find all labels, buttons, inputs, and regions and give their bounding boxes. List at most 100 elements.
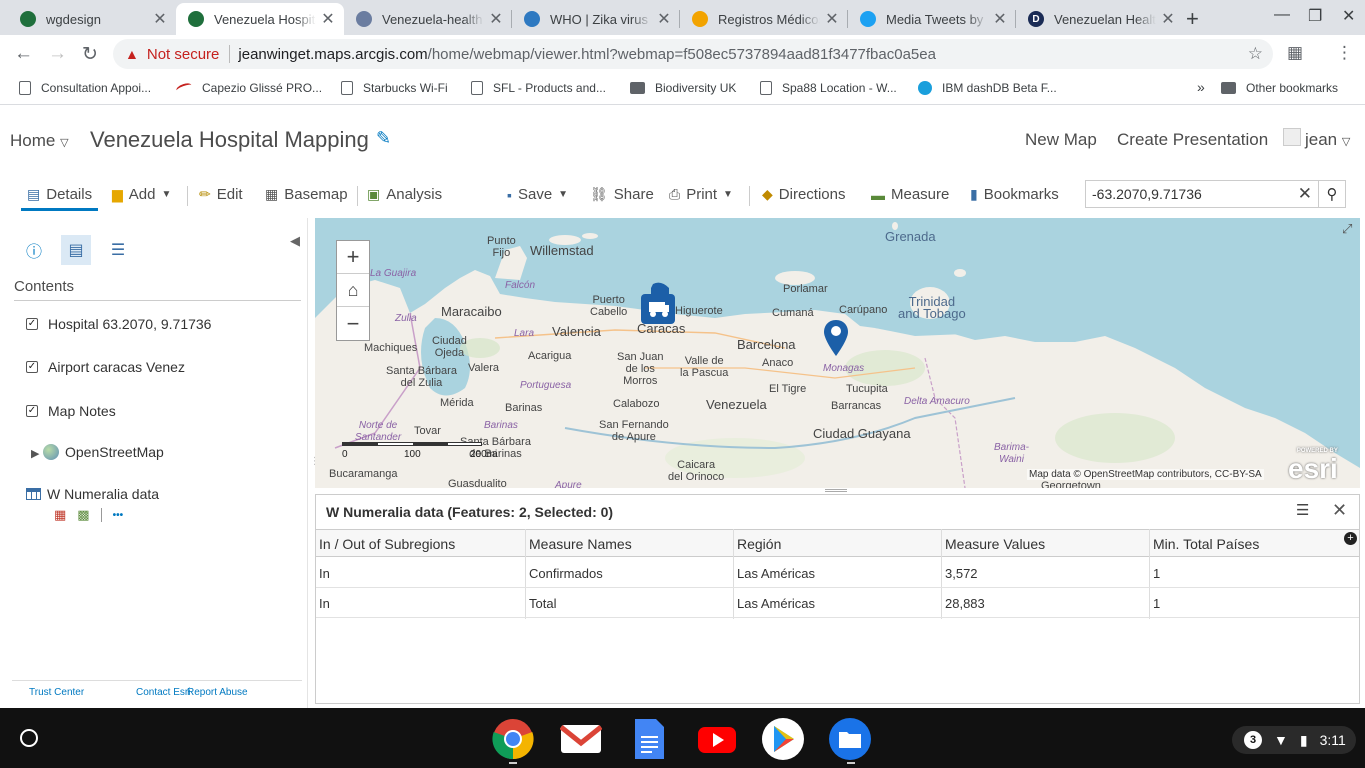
layer-openstreetmap[interactable]: OpenStreetMap [43, 444, 164, 460]
back-arrow-icon[interactable]: ← [14, 43, 33, 65]
not-secure-label[interactable]: Not secure [147, 46, 220, 63]
table-options-icon[interactable]: ▩ [77, 507, 89, 523]
column-header[interactable]: Measure Values [942, 536, 1045, 552]
avatar[interactable] [1283, 128, 1301, 146]
minimize-icon[interactable]: — [1274, 6, 1290, 24]
home-extent-icon[interactable]: ⌂ [337, 274, 369, 307]
search-icon[interactable]: ⚲ [1318, 180, 1346, 208]
edit-title-pencil-icon[interactable]: ✎ [376, 128, 391, 149]
layer-numeralia-table[interactable]: W Numeralia data [26, 486, 159, 502]
close-window-icon[interactable]: ✕ [1342, 6, 1355, 26]
close-tab-icon[interactable]: ✕ [988, 9, 1012, 29]
contact-esri-link[interactable]: Contact Esri [136, 687, 190, 698]
close-tab-icon[interactable]: ✕ [652, 9, 676, 29]
tab-registros-medicos[interactable]: Registros Médicos ✕ [680, 3, 848, 35]
checkbox-checked-icon[interactable]: ✓ [26, 361, 38, 373]
more-options-icon[interactable]: ••• [113, 510, 124, 521]
close-table-icon[interactable]: ✕ [1332, 500, 1347, 521]
share-button[interactable]: ⛓ Share [590, 186, 654, 203]
zoom-out-icon[interactable]: − [337, 307, 369, 340]
bookmark-biodiversity[interactable]: Biodiversity UK [630, 81, 736, 95]
measure-button[interactable]: ▬ Measure [871, 186, 949, 203]
column-header[interactable]: In / Out of Subregions [316, 536, 455, 552]
tab-wgdesign[interactable]: wgdesign ✕ [8, 3, 176, 35]
gmail-app-icon[interactable] [560, 718, 602, 760]
legend-list-icon[interactable]: ☰ [103, 235, 133, 265]
print-button[interactable]: ⎙ Print ▼ [669, 186, 733, 203]
remove-table-icon[interactable]: ▦ [54, 507, 66, 523]
home-menu[interactable]: Home ▽ [10, 131, 69, 151]
clear-search-icon[interactable]: ✕ [1298, 184, 1312, 204]
close-tab-icon[interactable]: ✕ [1156, 9, 1180, 29]
collapse-pane-icon[interactable]: ◀ [290, 233, 300, 249]
bookmark-star-icon[interactable]: ☆ [1248, 44, 1263, 64]
youtube-app-icon[interactable] [696, 718, 738, 760]
trust-center-link[interactable]: Trust Center [29, 687, 84, 698]
airport-marker-icon[interactable] [639, 282, 679, 330]
edit-button[interactable]: ✏ Edit [199, 186, 243, 203]
zoom-in-icon[interactable]: + [337, 241, 369, 274]
layer-hospital[interactable]: ✓ Hospital 63.2070, 9.71736 [26, 316, 211, 332]
basemap-button[interactable]: ▦ Basemap [265, 186, 348, 203]
restore-icon[interactable]: ❐ [1308, 6, 1322, 26]
bookmarks-button[interactable]: ▮ Bookmarks [970, 186, 1059, 203]
bookmark-starbucks[interactable]: Starbucks Wi-Fi [341, 81, 448, 95]
play-store-app-icon[interactable] [762, 718, 804, 760]
tab-media-tweets[interactable]: Media Tweets by ✕ [848, 3, 1016, 35]
close-tab-icon[interactable]: ✕ [148, 9, 172, 29]
new-map-link[interactable]: New Map [1025, 130, 1097, 150]
bookmark-ibm[interactable]: IBM dashDB Beta F... [918, 81, 1057, 95]
omnibox[interactable]: ▲ Not secure jeanwinget.maps.arcgis.com /… [113, 39, 1273, 69]
chrome-app-icon[interactable] [492, 718, 534, 760]
map-view[interactable]: Grenada Punto Fijo Willemstad La Guajira… [315, 218, 1360, 488]
table-options-menu-icon[interactable]: ☰ [1296, 501, 1309, 519]
column-header[interactable]: Min. Total Países [1150, 536, 1259, 552]
tab-venezuelan-health[interactable]: D Venezuelan Health ✕ [1016, 3, 1184, 35]
table-resize-handle[interactable] [825, 489, 847, 492]
tab-who-zika[interactable]: WHO | Zika virus ✕ [512, 3, 680, 35]
forward-arrow-icon[interactable]: → [48, 43, 67, 65]
hospital-location-pin-icon[interactable] [823, 319, 849, 357]
kebab-menu-icon[interactable]: ⋮ [1336, 43, 1353, 63]
add-button[interactable]: ▆ Add ▼ [112, 186, 171, 203]
directions-button[interactable]: ◆ Directions [762, 186, 845, 203]
new-tab-icon[interactable]: + [1186, 6, 1199, 32]
search-input[interactable]: -63.2070,9.71736 ✕ [1085, 180, 1319, 208]
details-button[interactable]: ▤ Details [20, 186, 99, 211]
close-tab-icon[interactable]: ✕ [484, 9, 508, 29]
files-app-icon[interactable] [829, 718, 871, 760]
layer-map-notes[interactable]: ✓ Map Notes [26, 403, 116, 419]
layer-airport[interactable]: ✓ Airport caracas Venez [26, 359, 185, 375]
create-presentation-link[interactable]: Create Presentation [1117, 130, 1268, 150]
about-info-icon[interactable]: ⓘ [19, 235, 49, 265]
bookmark-sfl[interactable]: SFL - Products and... [471, 81, 606, 95]
checkbox-checked-icon[interactable]: ✓ [26, 405, 38, 417]
launcher-circle-icon[interactable] [20, 729, 38, 747]
map-label: Ciudad Ojeda [432, 335, 467, 359]
expand-triangle-icon[interactable]: ▶ [31, 447, 39, 460]
tab-venezuela-health[interactable]: Venezuela-health ✕ [344, 3, 512, 35]
user-menu[interactable]: jean ▽ [1305, 130, 1350, 150]
reload-icon[interactable]: ↻ [82, 43, 98, 66]
report-abuse-link[interactable]: Report Abuse [187, 687, 248, 698]
column-header[interactable]: Measure Names [526, 536, 632, 552]
map-label: Bucaramanga [329, 468, 398, 480]
qr-code-icon[interactable]: ▦ [1287, 43, 1303, 63]
analysis-button[interactable]: ▣ Analysis [367, 186, 442, 203]
tab-venezuela-hospital-mapping[interactable]: Venezuela Hospital Mapping ✕ [176, 3, 344, 35]
bookmarks-overflow[interactable]: » [1197, 79, 1205, 95]
column-header[interactable]: Región [734, 536, 781, 552]
save-button[interactable]: ▪ Save ▼ [507, 186, 568, 203]
bookmark-consultation[interactable]: Consultation Appoi... [19, 81, 151, 95]
other-bookmarks[interactable]: Other bookmarks [1221, 81, 1338, 95]
bookmark-spa88[interactable]: Spa88 Location - W... [760, 81, 897, 95]
contents-icon[interactable]: ▤ [61, 235, 91, 265]
bookmark-capezio[interactable]: Capezio Glissé PRO... [175, 81, 322, 95]
expand-map-icon[interactable]: ⤢ [1342, 221, 1352, 237]
close-tab-icon[interactable]: ✕ [316, 9, 340, 29]
close-tab-icon[interactable]: ✕ [820, 9, 844, 29]
checkbox-checked-icon[interactable]: ✓ [26, 318, 38, 330]
google-docs-app-icon[interactable] [628, 718, 670, 760]
add-column-icon[interactable]: + [1344, 532, 1357, 545]
system-tray[interactable]: 3 ▼ ▮ 3:11 [1232, 726, 1356, 754]
